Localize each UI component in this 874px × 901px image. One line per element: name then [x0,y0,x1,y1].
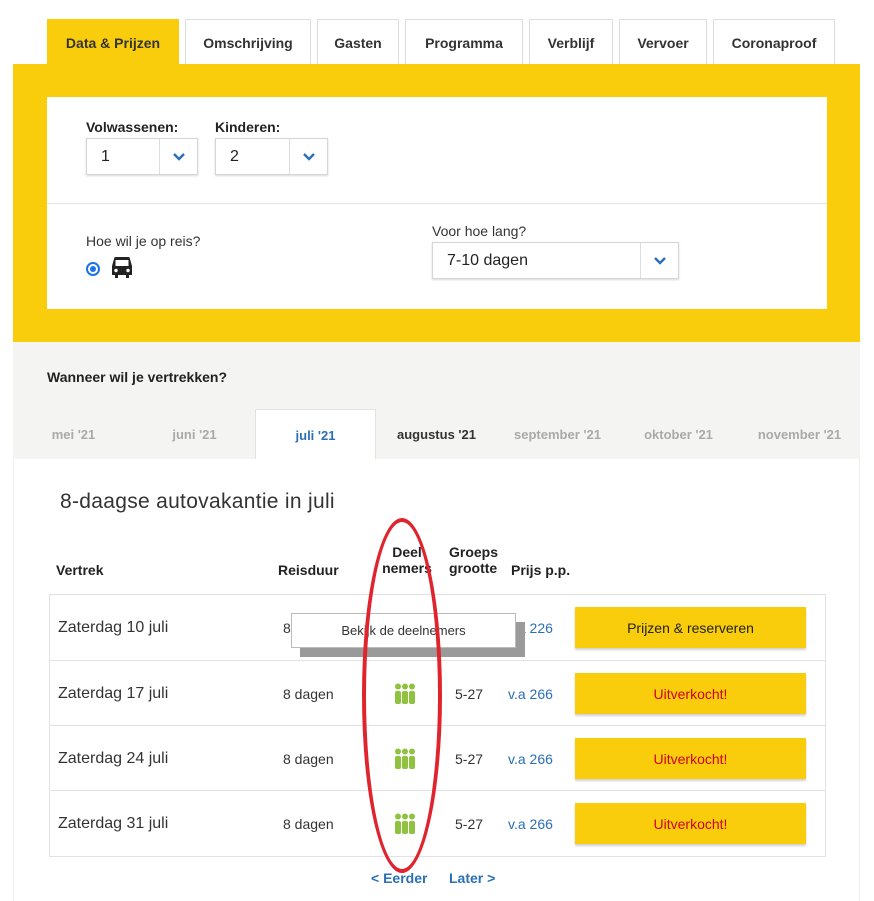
trip-duration: 8 dagen [283,685,334,702]
month-tab-augustus[interactable]: augustus '21 [376,409,497,459]
month-tab-juli[interactable]: juli '21 [255,409,376,460]
tab-gasten[interactable]: Gasten [317,19,399,65]
booking-form: Volwassenen: 1 Kinderen: 2 Hoe wil je op… [47,97,827,309]
departure-date: Zaterdag 17 juli [58,684,169,702]
group-size: 5-27 [455,815,484,832]
month-tab-oktober[interactable]: oktober '21 [618,409,739,459]
month-tab-september[interactable]: september '21 [497,409,618,459]
adults-value: 1 [101,147,110,165]
form-divider [47,203,827,204]
adults-select[interactable]: 1 [86,138,198,175]
departure-month-section: Wanneer wil je vertrekken? mei '21 juni … [13,342,860,460]
month-tab-november[interactable]: november '21 [739,409,860,459]
table-row: Zaterdag 17 juli 8 dagen 5-27 v.a 266 Ui… [50,660,825,725]
participants-tooltip: Bekijk de deelnemers [291,613,516,648]
sold-out-button[interactable]: Uitverkocht! [575,673,806,714]
group-size: 5-27 [455,685,484,702]
month-tabs: mei '21 juni '21 juli '21 augustus '21 s… [13,409,860,460]
children-label: Kinderen: [215,119,281,135]
column-header-reisduur: Reisduur [278,562,339,578]
departure-date: Zaterdag 10 juli [58,618,169,636]
results-section: 8-daagse autovakantie in juli Vertrek Re… [13,459,860,901]
later-link[interactable]: Later > [449,870,495,886]
earlier-link[interactable]: < Eerder [371,870,427,886]
column-header-deelnemers-line1: Deel [392,544,422,560]
tab-omschrijving[interactable]: Omschrijving [185,19,311,65]
results-title: 8-daagse autovakantie in juli [60,490,335,513]
departure-question: Wanneer wil je vertrekken? [47,369,227,385]
column-header-deelnemers-line2: nemers [382,560,432,576]
price-link[interactable]: v.a 266 [508,661,553,726]
chevron-down-icon [289,139,327,174]
trip-duration: 8 dagen [283,815,334,832]
tab-data-prijzen[interactable]: Data & Prijzen [47,19,179,65]
departure-date: Zaterdag 24 juli [58,749,169,767]
people-icon[interactable] [393,726,417,791]
people-icon[interactable] [393,791,417,856]
departure-date: Zaterdag 31 juli [58,814,169,832]
trip-duration: 8 [283,619,291,636]
column-header-groepsgrootte: Groeps grootte [449,544,498,576]
children-select[interactable]: 2 [215,138,328,175]
chevron-down-icon [640,243,678,278]
tab-programma[interactable]: Programma [405,19,523,65]
month-tab-juni[interactable]: juni '21 [134,409,255,459]
travel-mode-radio[interactable] [86,262,100,276]
car-icon [109,255,135,286]
booking-panel: Volwassenen: 1 Kinderen: 2 Hoe wil je op… [13,64,860,342]
chevron-down-icon [159,139,197,174]
children-value: 2 [230,147,239,165]
duration-label: Voor hoe lang? [432,223,527,239]
travel-mode-label: Hoe wil je op reis? [86,233,201,249]
column-header-deelnemers: Deel nemers [380,544,434,576]
column-header-groep-line2: grootte [449,560,498,576]
column-header-prijs: Prijs p.p. [511,562,571,578]
people-icon[interactable] [393,661,417,726]
table-row: Zaterdag 31 juli 8 dagen 5-27 v.a 266 Ui… [50,790,825,855]
price-link[interactable]: v.a 266 [508,791,553,856]
month-tab-mei[interactable]: mei '21 [13,409,134,459]
sold-out-button[interactable]: Uitverkocht! [575,803,806,844]
column-header-groep-line1: Groeps [449,544,499,560]
tab-verblijf[interactable]: Verblijf [529,19,613,65]
trip-duration: 8 dagen [283,750,334,767]
duration-value: 7-10 dagen [447,251,528,269]
prices-reserve-button[interactable]: Prijzen & reserveren [575,607,806,648]
price-link[interactable]: v.a 266 [508,726,553,791]
duration-select[interactable]: 7-10 dagen [432,242,679,279]
tab-bar: Data & Prijzen Omschrijving Gasten Progr… [47,19,835,65]
tab-vervoer[interactable]: Vervoer [619,19,707,65]
table-row: Zaterdag 24 juli 8 dagen 5-27 v.a 266 Ui… [50,725,825,790]
sold-out-button[interactable]: Uitverkocht! [575,738,806,779]
column-header-vertrek: Vertrek [56,562,104,578]
adults-label: Volwassenen: [86,119,179,135]
tab-coronaproof[interactable]: Coronaproof [713,19,835,65]
group-size: 5-27 [455,750,484,767]
